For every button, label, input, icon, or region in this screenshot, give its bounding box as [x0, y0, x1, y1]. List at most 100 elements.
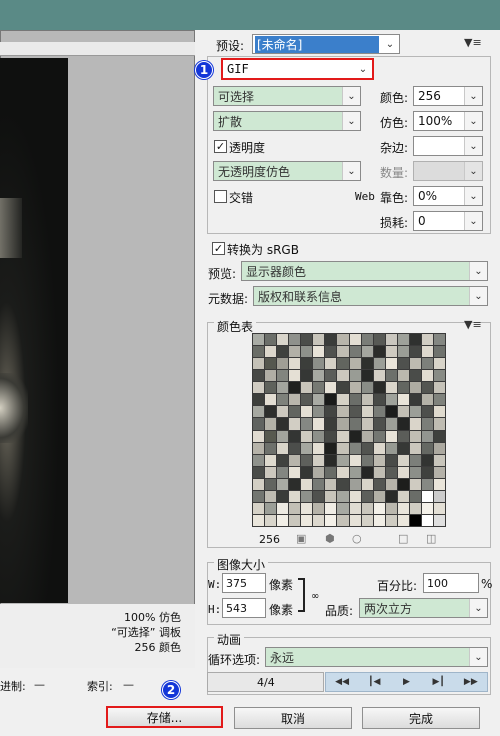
color-swatch[interactable]: [253, 502, 265, 514]
color-swatch[interactable]: [253, 418, 265, 430]
color-swatch[interactable]: [253, 466, 265, 478]
color-swatch[interactable]: [313, 430, 325, 442]
color-swatch[interactable]: [421, 346, 433, 358]
color-swatch[interactable]: [325, 334, 337, 346]
color-swatch[interactable]: [253, 346, 265, 358]
color-swatch[interactable]: [373, 502, 385, 514]
color-swatch[interactable]: [325, 454, 337, 466]
color-swatch[interactable]: [409, 334, 421, 346]
reduction-select[interactable]: 可选择 ⌄: [213, 86, 361, 106]
color-swatch[interactable]: [325, 430, 337, 442]
color-swatch[interactable]: [421, 478, 433, 490]
play-icon[interactable]: ▶: [395, 675, 417, 689]
color-table-menu-icon[interactable]: ▼≡: [464, 318, 482, 331]
color-swatch[interactable]: [397, 442, 409, 454]
color-swatch[interactable]: [301, 370, 313, 382]
color-swatch[interactable]: [349, 418, 361, 430]
color-swatch[interactable]: [253, 370, 265, 382]
color-swatch[interactable]: [337, 442, 349, 454]
cube-icon[interactable]: ⬢: [325, 532, 335, 545]
color-swatch[interactable]: [325, 370, 337, 382]
color-swatch[interactable]: [277, 370, 289, 382]
color-swatch[interactable]: [397, 382, 409, 394]
color-swatch[interactable]: [337, 490, 349, 502]
color-swatch[interactable]: [361, 358, 373, 370]
color-swatch[interactable]: [397, 370, 409, 382]
color-swatch[interactable]: [313, 490, 325, 502]
color-swatch[interactable]: [337, 358, 349, 370]
color-swatch[interactable]: [325, 478, 337, 490]
color-swatch[interactable]: [265, 514, 277, 526]
color-swatch[interactable]: [277, 442, 289, 454]
color-swatch[interactable]: [433, 346, 445, 358]
color-swatch[interactable]: [277, 466, 289, 478]
color-swatch[interactable]: [277, 334, 289, 346]
color-swatch[interactable]: [301, 394, 313, 406]
color-swatch[interactable]: [433, 370, 445, 382]
color-swatch[interactable]: [277, 406, 289, 418]
quality-select[interactable]: 两次立方 ⌄: [359, 598, 488, 618]
color-swatch[interactable]: [301, 430, 313, 442]
color-swatch[interactable]: [349, 430, 361, 442]
color-swatch[interactable]: [361, 418, 373, 430]
color-swatch[interactable]: [421, 418, 433, 430]
color-swatch[interactable]: [265, 502, 277, 514]
format-select[interactable]: GIF ⌄: [221, 58, 374, 80]
color-swatch[interactable]: [433, 406, 445, 418]
color-swatch[interactable]: [361, 370, 373, 382]
color-swatch[interactable]: [409, 454, 421, 466]
color-swatch[interactable]: [349, 406, 361, 418]
color-swatch[interactable]: [301, 418, 313, 430]
color-swatch[interactable]: [313, 334, 325, 346]
color-swatch[interactable]: [385, 490, 397, 502]
trash-icon[interactable]: ◫: [426, 532, 436, 545]
color-swatch[interactable]: [421, 382, 433, 394]
color-swatch[interactable]: [409, 370, 421, 382]
done-button[interactable]: 完成: [362, 707, 480, 729]
color-swatch[interactable]: [397, 346, 409, 358]
color-swatch[interactable]: [289, 478, 301, 490]
color-swatch[interactable]: [433, 514, 445, 526]
color-swatch[interactable]: [253, 478, 265, 490]
color-swatch[interactable]: [409, 430, 421, 442]
color-swatch[interactable]: [373, 430, 385, 442]
color-swatch[interactable]: [265, 394, 277, 406]
next-frame-icon[interactable]: ▶┃: [428, 675, 450, 689]
color-swatch[interactable]: [361, 382, 373, 394]
color-swatch[interactable]: [337, 478, 349, 490]
color-swatch[interactable]: [313, 358, 325, 370]
color-swatch[interactable]: [313, 406, 325, 418]
color-swatch[interactable]: [349, 334, 361, 346]
color-swatch[interactable]: [421, 358, 433, 370]
color-swatch[interactable]: [289, 430, 301, 442]
color-swatch[interactable]: [349, 382, 361, 394]
color-swatch[interactable]: [277, 490, 289, 502]
color-swatch[interactable]: [433, 502, 445, 514]
color-swatch[interactable]: [325, 394, 337, 406]
color-swatch[interactable]: [433, 454, 445, 466]
color-swatch[interactable]: [289, 382, 301, 394]
color-swatch[interactable]: [409, 418, 421, 430]
preset-select[interactable]: [未命名] ⌄: [252, 34, 400, 54]
color-swatch[interactable]: [265, 346, 277, 358]
color-swatch[interactable]: [397, 430, 409, 442]
color-swatch[interactable]: [337, 454, 349, 466]
color-swatch[interactable]: [373, 514, 385, 526]
last-frame-icon[interactable]: ▶▶: [460, 675, 482, 689]
color-swatch[interactable]: [361, 466, 373, 478]
color-swatch[interactable]: [277, 454, 289, 466]
color-swatch[interactable]: [349, 514, 361, 526]
color-swatch[interactable]: [433, 478, 445, 490]
color-swatch[interactable]: [397, 514, 409, 526]
lossy-select[interactable]: 0 ⌄: [413, 211, 483, 231]
prev-frame-icon[interactable]: ┃◀: [363, 675, 385, 689]
color-swatch[interactable]: [397, 478, 409, 490]
colors-select[interactable]: 256 ⌄: [413, 86, 483, 106]
color-swatch[interactable]: [373, 334, 385, 346]
color-swatch[interactable]: [265, 430, 277, 442]
color-swatch[interactable]: [253, 382, 265, 394]
color-swatch[interactable]: [397, 502, 409, 514]
color-swatch[interactable]: [289, 358, 301, 370]
color-swatch[interactable]: [397, 358, 409, 370]
color-swatch[interactable]: [301, 406, 313, 418]
